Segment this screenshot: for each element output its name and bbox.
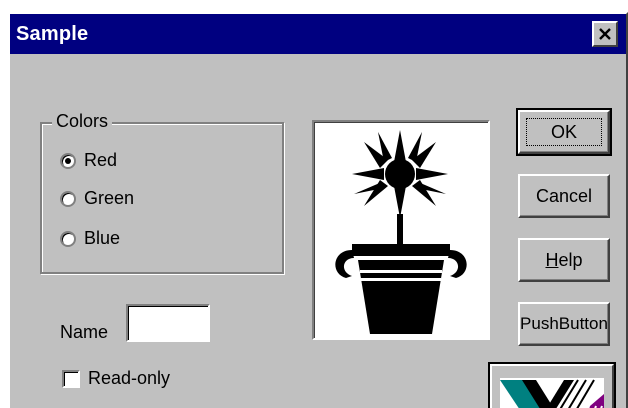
radio-green[interactable]: Green — [60, 188, 134, 209]
picture-box — [312, 120, 490, 340]
help-mnemonic: H — [545, 249, 559, 270]
help-button[interactable]: Help — [518, 238, 610, 282]
sample-dialog: Sample Colors Red Green Blue Name Read-o… — [8, 12, 628, 408]
bitmap-pattern-icon — [500, 378, 604, 408]
readonly-checkbox[interactable] — [62, 369, 80, 388]
pushbutton-button[interactable]: PushButton — [518, 302, 610, 346]
radio-button-red[interactable] — [60, 152, 76, 169]
radio-label-blue: Blue — [84, 228, 121, 248]
radio-label-green: Green — [84, 188, 135, 208]
ok-button[interactable]: OK — [516, 108, 612, 156]
name-input[interactable] — [126, 304, 210, 342]
colors-group-label: Colors — [52, 111, 113, 132]
bitmap-button[interactable] — [488, 362, 616, 408]
ok-button-label: OK — [550, 121, 577, 142]
close-button[interactable] — [592, 21, 618, 47]
cancel-button[interactable]: Cancel — [518, 174, 610, 218]
radio-button-green[interactable] — [60, 190, 76, 207]
radio-label-red: Red — [84, 150, 118, 170]
close-icon — [599, 28, 611, 40]
title-bar[interactable]: Sample — [10, 14, 626, 54]
name-label: Name — [60, 322, 109, 342]
radio-blue[interactable]: Blue — [60, 228, 120, 249]
readonly-checkbox-row[interactable]: Read-only — [62, 368, 170, 389]
help-label-rest: elp — [558, 249, 583, 270]
colors-groupbox: Colors Red Green Blue — [40, 111, 284, 274]
dialog-title: Sample — [16, 22, 89, 45]
radio-red[interactable]: Red — [60, 150, 117, 171]
cancel-button-label: Cancel — [535, 185, 593, 206]
pushbutton-label: PushButton — [520, 314, 608, 333]
radio-button-blue[interactable] — [60, 230, 76, 247]
potted-plant-icon — [335, 130, 467, 334]
help-button-label: Help — [545, 250, 582, 271]
readonly-label: Read-only — [88, 368, 171, 388]
radio-selected-dot — [65, 157, 71, 164]
